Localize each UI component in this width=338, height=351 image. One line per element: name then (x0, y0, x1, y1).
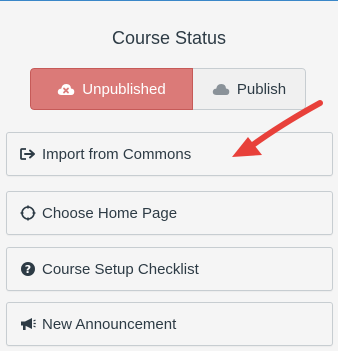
course-status-title: Course Status (111, 28, 227, 48)
cloud-x-icon (57, 82, 75, 96)
megaphone-icon (19, 317, 37, 331)
new-announcement-button[interactable]: New Announcement (6, 302, 333, 346)
publish-toggle-group: Unpublished Publish (30, 68, 306, 110)
course-setup-checklist-label: Course Setup Checklist (42, 260, 199, 278)
choose-home-page-button[interactable]: Choose Home Page (6, 191, 333, 235)
unpublished-button[interactable]: Unpublished (30, 68, 193, 110)
cloud-icon (212, 82, 230, 96)
publish-button[interactable]: Publish (193, 68, 306, 110)
course-status-panel: Course Status Unpublished Publish Import… (0, 0, 338, 351)
unpublished-label: Unpublished (82, 80, 166, 98)
question-circle-icon: ? (19, 261, 37, 277)
target-icon (19, 205, 37, 221)
choose-home-page-label: Choose Home Page (42, 204, 178, 222)
course-setup-checklist-button[interactable]: ? Course Setup Checklist (6, 247, 333, 291)
import-from-commons-button[interactable]: Import from Commons (6, 132, 333, 176)
publish-label: Publish (236, 80, 287, 98)
new-announcement-label: New Announcement (42, 315, 177, 333)
import-from-commons-label: Import from Commons (42, 145, 192, 163)
import-arrow-icon (19, 147, 37, 161)
svg-text:?: ? (25, 263, 31, 276)
